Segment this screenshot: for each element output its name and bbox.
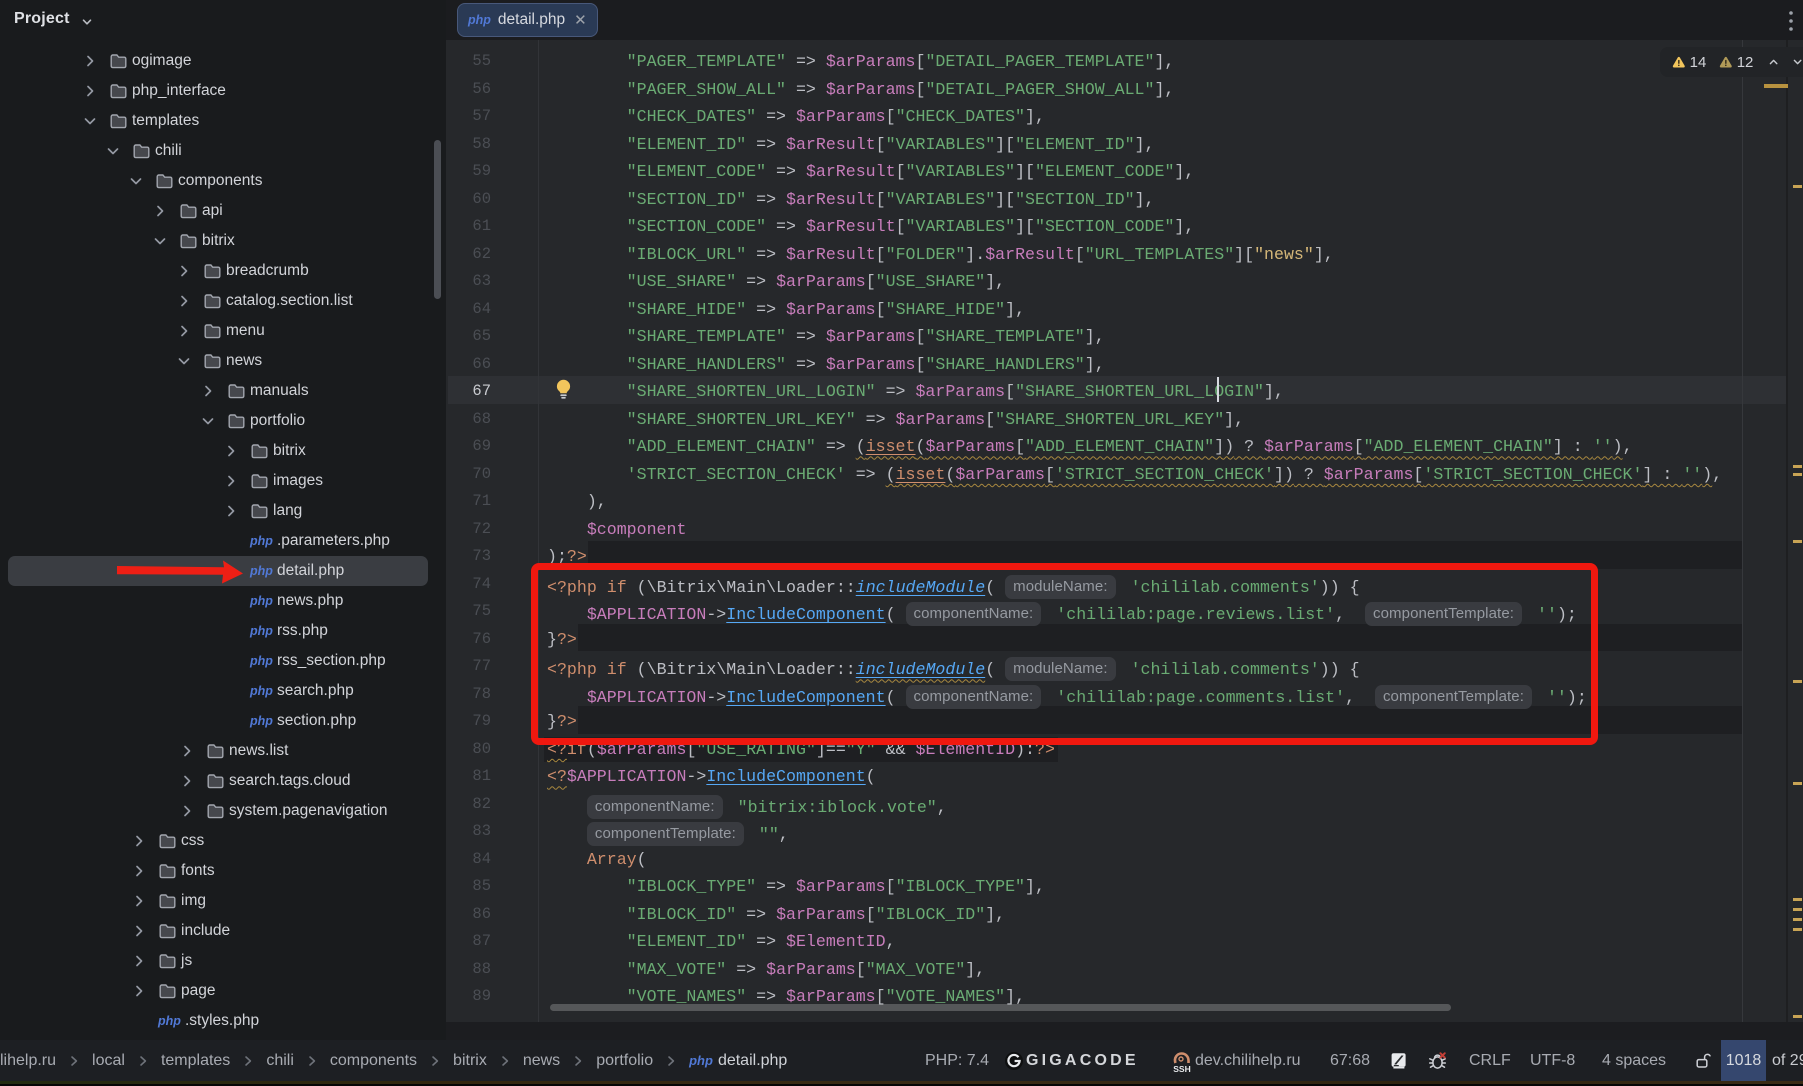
svg-text:SSH: SSH xyxy=(1173,1064,1190,1074)
